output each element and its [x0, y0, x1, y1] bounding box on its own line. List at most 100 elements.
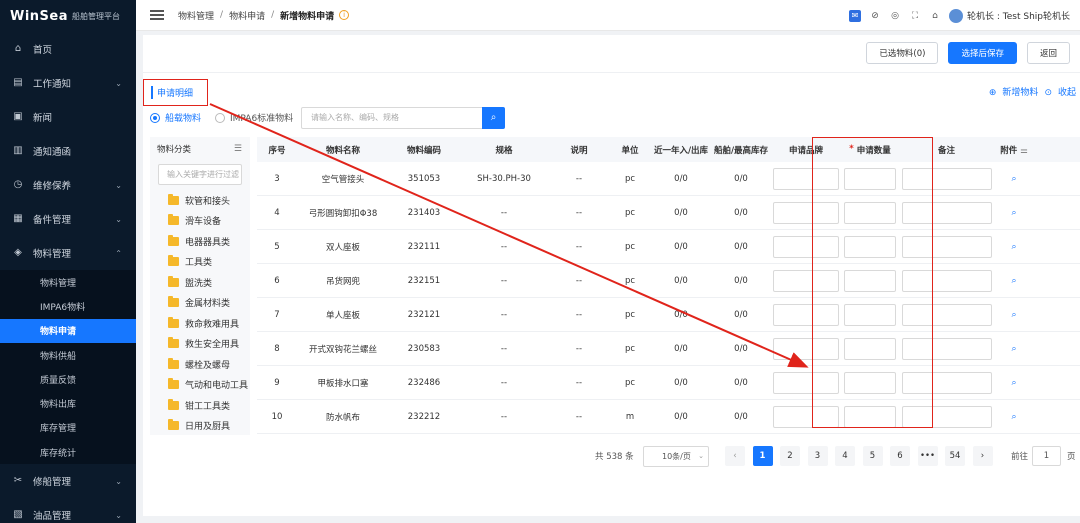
quantity-input[interactable]	[844, 337, 896, 360]
back-button[interactable]: 返回	[1026, 42, 1070, 64]
sidebar-item[interactable]: ▦ 备件管理 ⌄	[0, 202, 136, 236]
sidebar-item[interactable]: ◈ 物料管理 ⌃	[0, 236, 136, 270]
list-toggle-icon[interactable]: ☰	[234, 144, 242, 154]
paperclip-icon[interactable]: ⌕	[1011, 378, 1016, 388]
radio-ship-label[interactable]: 船载物料	[165, 111, 201, 124]
page-button[interactable]: 5	[862, 446, 883, 466]
quantity-input[interactable]	[844, 303, 896, 326]
radio-impa-material[interactable]	[215, 112, 226, 123]
brand-input[interactable]	[773, 269, 839, 292]
info-icon[interactable]: i	[339, 10, 350, 20]
paperclip-icon[interactable]: ⌕	[1011, 242, 1016, 252]
note-input[interactable]	[901, 167, 992, 190]
paperclip-icon[interactable]: ⌕	[1011, 344, 1016, 354]
brand-input[interactable]	[773, 235, 839, 258]
brand-input[interactable]	[773, 303, 839, 326]
tree-item[interactable]: 钳工工具类	[150, 395, 250, 416]
brand-input[interactable]	[773, 337, 839, 360]
quantity-input[interactable]	[844, 371, 896, 394]
paperclip-icon[interactable]: ⌕	[1011, 174, 1016, 184]
selected-materials-button[interactable]: 已选物料(0)	[866, 42, 939, 64]
collapse-link[interactable]: ⊙ 收起	[1044, 85, 1076, 98]
sidebar-item[interactable]: ✂ 修船管理 ⌄	[0, 464, 136, 498]
sidebar-item[interactable]: ◷ 维修保养 ⌄	[0, 168, 136, 202]
page-size-select[interactable]: 10条/页 ⌄	[643, 446, 709, 467]
sidebar-item[interactable]: ▣ 新闻	[0, 100, 136, 134]
paperclip-icon[interactable]: ⌕	[1011, 208, 1016, 218]
tree-item[interactable]: 螺栓及螺母	[150, 354, 250, 375]
quantity-input[interactable]	[844, 201, 896, 224]
paperclip-icon[interactable]: ⌕	[1011, 412, 1016, 422]
mail-icon[interactable]: ✉	[849, 9, 862, 22]
tree-filter-input[interactable]: 输入关键字进行过滤	[158, 164, 242, 185]
folder-icon	[168, 316, 179, 328]
breadcrumb-item[interactable]: 物料申请	[229, 9, 265, 22]
note-input[interactable]	[901, 269, 992, 292]
tree-item[interactable]: 工具类	[150, 252, 250, 273]
sidebar-subitem[interactable]: 物料管理	[0, 270, 136, 294]
tree-item[interactable]: 金属材料类	[150, 293, 250, 314]
page-button[interactable]: 1	[752, 446, 773, 466]
note-input[interactable]	[901, 235, 992, 258]
sidebar-item[interactable]: ▥ 通知通函	[0, 134, 136, 168]
lock-icon[interactable]: ⌂	[929, 10, 941, 22]
avatar[interactable]	[949, 8, 964, 23]
radio-impa-label[interactable]: IMPA6标准物料	[230, 111, 293, 124]
sidebar-subitem[interactable]: 物料申请	[0, 318, 136, 343]
note-input[interactable]	[901, 371, 992, 394]
paperclip-icon[interactable]: ⌕	[1011, 276, 1016, 286]
brand-input[interactable]	[773, 167, 839, 190]
column-settings-icon[interactable]: ⚌	[1020, 146, 1028, 156]
radio-ship-material[interactable]	[150, 112, 160, 123]
quantity-input[interactable]	[844, 405, 896, 428]
language-icon[interactable]: ◎	[889, 10, 901, 22]
tree-item[interactable]: 软管和接头	[150, 190, 250, 211]
next-page-button[interactable]: ›	[972, 446, 993, 466]
tree-item[interactable]: 盥洗类	[150, 272, 250, 293]
app-logo[interactable]: WinSea 船舶管理平台	[0, 0, 136, 32]
menu-toggle-icon[interactable]	[150, 8, 164, 23]
tree-item[interactable]: 日用及厨具	[150, 416, 250, 437]
quantity-input[interactable]	[844, 269, 896, 292]
tree-item[interactable]: 救生安全用具	[150, 334, 250, 355]
page-button[interactable]: 4	[835, 446, 855, 466]
material-search-input[interactable]: 请输入名称、编码、规格	[301, 107, 483, 129]
brand-input[interactable]	[773, 201, 839, 224]
page-button[interactable]: 54	[945, 446, 965, 466]
sidebar-subitem[interactable]: 质量反馈	[0, 367, 136, 391]
quantity-input[interactable]	[844, 235, 896, 258]
sidebar-item[interactable]: ⌂ 首页	[0, 32, 136, 66]
user-name[interactable]: 轮机长 : Test Ship轮机长	[967, 9, 1070, 22]
page-button[interactable]: 6	[890, 446, 910, 466]
note-input[interactable]	[901, 337, 992, 360]
sidebar-subitem[interactable]: 物料出库	[0, 391, 136, 415]
brand-input[interactable]	[773, 405, 839, 428]
paperclip-icon[interactable]: ⌕	[1011, 310, 1016, 320]
sidebar-item[interactable]: ▧ 油品管理 ⌄	[0, 498, 136, 523]
brand-input[interactable]	[773, 371, 839, 394]
search-button[interactable]: ⌕	[482, 107, 505, 129]
save-button[interactable]: 选择后保存	[948, 42, 1017, 64]
quantity-input[interactable]	[844, 167, 896, 190]
sidebar-subitem[interactable]: 库存统计	[0, 440, 136, 464]
sidebar-subitem[interactable]: 物料供船	[0, 343, 136, 367]
prev-page-button[interactable]: ‹	[725, 446, 745, 466]
sidebar-subitem[interactable]: IMPA6物料	[0, 294, 136, 318]
sidebar-subitem[interactable]: 库存管理	[0, 416, 136, 440]
note-input[interactable]	[901, 405, 992, 428]
compass-icon[interactable]: ⊘	[869, 10, 881, 22]
tree-item[interactable]: 气动和电动工具	[150, 375, 250, 396]
fullscreen-icon[interactable]: ⛶	[909, 10, 921, 22]
add-material-link[interactable]: ⊕ 新增物料	[989, 85, 1039, 98]
tree-item[interactable]: 滑车设备	[150, 211, 250, 232]
sidebar-item[interactable]: ▤ 工作通知 ⌄	[0, 66, 136, 100]
page-button[interactable]: 3	[807, 446, 828, 466]
note-input[interactable]	[901, 303, 992, 326]
note-input[interactable]	[901, 201, 992, 224]
page-button[interactable]: •••	[917, 446, 938, 466]
goto-input[interactable]: 1	[1032, 446, 1061, 466]
tree-item[interactable]: 救命救难用具	[150, 313, 250, 334]
page-button[interactable]: 2	[780, 446, 800, 466]
breadcrumb-item[interactable]: 物料管理	[178, 9, 214, 22]
tree-item[interactable]: 电器器具类	[150, 231, 250, 252]
